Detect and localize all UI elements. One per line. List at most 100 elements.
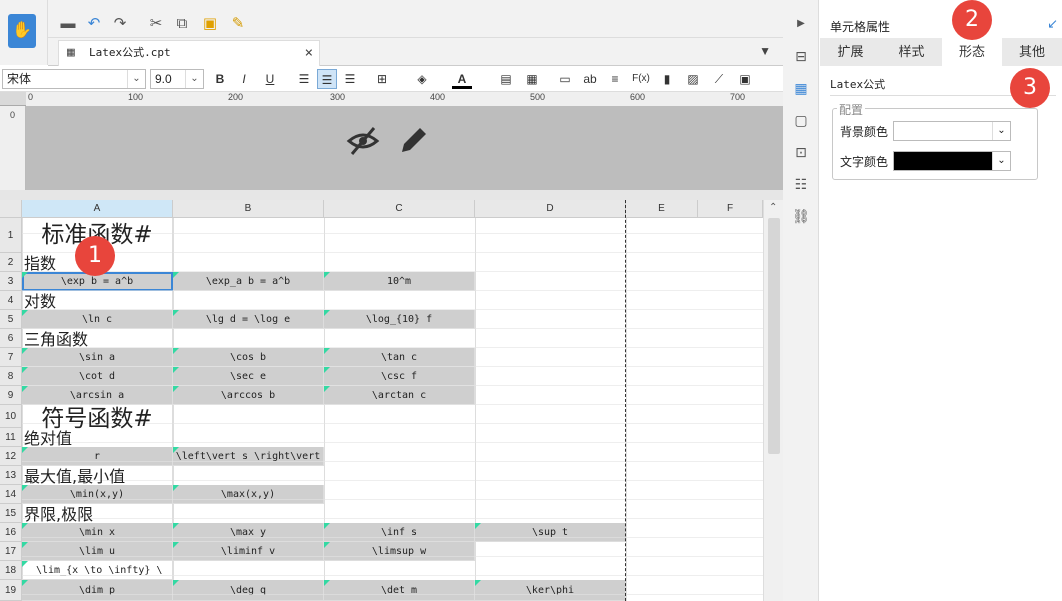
row-header[interactable]: 11	[0, 428, 22, 447]
row-header[interactable]: 5	[0, 310, 22, 329]
cell-c5[interactable]: \log_{10} f	[324, 310, 475, 329]
paste-icon[interactable]: ▣	[200, 14, 220, 34]
undo-icon[interactable]: ↶	[84, 14, 104, 34]
cell-b12[interactable]: \left\vert s \right\vert	[173, 447, 324, 466]
column-header[interactable]: E	[626, 200, 698, 218]
row-header[interactable]: 9	[0, 386, 22, 405]
column-header[interactable]: C	[324, 200, 475, 218]
formula-button[interactable]: F(x)	[631, 69, 651, 89]
tab-menu-icon[interactable]: ▼	[759, 44, 771, 58]
cell-b3[interactable]: \exp_a b = a^b	[173, 272, 324, 291]
row-header[interactable]: 14	[0, 485, 22, 504]
hide-eye-icon[interactable]	[346, 124, 380, 158]
cell-c7[interactable]: \tan c	[324, 348, 475, 367]
file-tab[interactable]: ▦ Latex公式.cpt ×	[58, 40, 320, 66]
vertical-scrollbar[interactable]: ⌃	[763, 200, 783, 601]
row-header[interactable]: 7	[0, 348, 22, 367]
cell-a7[interactable]: \sin a	[22, 348, 173, 367]
align-left-icon[interactable]: ☰	[294, 69, 314, 89]
cell-a14[interactable]: \min(x,y)	[22, 485, 173, 504]
cell-a12[interactable]: r	[22, 447, 173, 466]
cell-a17[interactable]: \lim u	[22, 542, 173, 561]
image-icon[interactable]: ▨	[683, 69, 703, 89]
bold-button[interactable]: B	[210, 69, 230, 89]
font-size-select[interactable]: 9.0 ⌄	[150, 69, 204, 89]
scroll-up-icon[interactable]: ⌃	[769, 202, 777, 213]
cell-b14[interactable]: \max(x,y)	[173, 485, 324, 504]
merge-cells-icon[interactable]: ▤	[496, 69, 516, 89]
dropdown-widget-icon[interactable]: ⊡	[791, 142, 811, 162]
cell-a10[interactable]: 符号函数#	[22, 405, 173, 432]
insert-row-icon[interactable]: ▭	[555, 69, 575, 89]
cell-a13[interactable]: 最大值,最小值	[22, 466, 173, 486]
collapse-arrow-icon[interactable]: ▶	[791, 14, 811, 34]
cell-b9[interactable]: \arccos b	[173, 386, 324, 405]
align-center-icon[interactable]: ☰	[317, 69, 337, 89]
tab-style[interactable]: 样式	[881, 38, 942, 66]
tab-expand[interactable]: 扩展	[820, 38, 881, 66]
layer-icon[interactable]: ☷	[791, 174, 811, 194]
cell-a5[interactable]: \ln c	[22, 310, 173, 329]
row-header[interactable]: 10	[0, 405, 22, 428]
row-header[interactable]: 19	[0, 580, 22, 601]
chart-icon[interactable]: ▮	[657, 69, 677, 89]
cell-c8[interactable]: \csc f	[324, 367, 475, 386]
cell-b19[interactable]: \deg q	[173, 580, 324, 601]
row-header[interactable]: 13	[0, 466, 22, 485]
select-all-corner[interactable]	[0, 200, 22, 218]
cut-icon[interactable]: ✂	[146, 14, 166, 34]
sheet-icon[interactable]: ▣	[735, 69, 755, 89]
text-button[interactable]: ab	[580, 69, 600, 89]
row-header[interactable]: 12	[0, 447, 22, 466]
cell-a16[interactable]: \min x	[22, 523, 173, 542]
cell-a11[interactable]: 绝对值	[22, 428, 173, 448]
format-painter-icon[interactable]: ✎	[228, 14, 248, 34]
fill-color-icon[interactable]: ◈	[412, 69, 432, 89]
border-icon[interactable]: ⊞	[372, 69, 392, 89]
row-header[interactable]: 17	[0, 542, 22, 561]
cell-c16[interactable]: \inf s	[324, 523, 475, 542]
cell-a9[interactable]: \arcsin a	[22, 386, 173, 405]
scrollbar-thumb[interactable]	[768, 218, 780, 454]
redo-icon[interactable]: ↷	[110, 14, 130, 34]
split-cells-icon[interactable]: ▦	[522, 69, 542, 89]
cell-c17[interactable]: \limsup w	[324, 542, 475, 561]
align-right-icon[interactable]: ☰	[340, 69, 360, 89]
slash-icon[interactable]: ⟋	[709, 69, 729, 89]
text-color-picker[interactable]: ⌄	[893, 151, 1011, 171]
underline-button[interactable]: U	[260, 69, 280, 89]
cell-c3[interactable]: 10^m	[324, 272, 475, 291]
row-header[interactable]: 18	[0, 561, 22, 580]
edit-pencil-icon[interactable]	[398, 124, 430, 156]
tab-form[interactable]: 形态	[942, 38, 1002, 66]
cell-a19[interactable]: \dim p	[22, 580, 173, 601]
row-header[interactable]: 3	[0, 272, 22, 291]
pin-icon[interactable]: ↙	[1047, 16, 1058, 32]
cell-a4[interactable]: 对数	[22, 291, 173, 311]
font-color-icon[interactable]: A	[452, 69, 472, 89]
cell-a18[interactable]: \lim_{x \to \infty} \	[22, 561, 173, 580]
row-header[interactable]: 6	[0, 329, 22, 348]
row-header[interactable]: 8	[0, 367, 22, 386]
bg-color-picker[interactable]: ⌄	[893, 121, 1011, 141]
row-header[interactable]: 16	[0, 523, 22, 542]
cell-b7[interactable]: \cos b	[173, 348, 324, 367]
tab-other[interactable]: 其他	[1002, 38, 1062, 66]
cell-c19[interactable]: \det m	[324, 580, 475, 601]
copy-icon[interactable]: ⧉	[172, 14, 192, 34]
widget-icon[interactable]: ▢	[791, 110, 811, 130]
cell-c9[interactable]: \arctan c	[324, 386, 475, 405]
cell-d16[interactable]: \sup t	[475, 523, 626, 542]
cell-b5[interactable]: \lg d = \log e	[173, 310, 324, 329]
cell-property-icon[interactable]: ▦	[791, 78, 811, 98]
column-header[interactable]: A	[22, 200, 173, 218]
cell-a15[interactable]: 界限,极限	[22, 504, 173, 524]
link-icon[interactable]: ⛓	[791, 206, 811, 226]
column-header[interactable]: F	[698, 200, 763, 218]
cell-a8[interactable]: \cot d	[22, 367, 173, 386]
cell-d19[interactable]: \ker\phi	[475, 580, 626, 601]
column-header[interactable]: B	[173, 200, 324, 218]
cell-element-icon[interactable]: ⊟	[791, 46, 811, 66]
row-header[interactable]: 4	[0, 291, 22, 310]
row-header[interactable]: 1	[0, 218, 22, 253]
